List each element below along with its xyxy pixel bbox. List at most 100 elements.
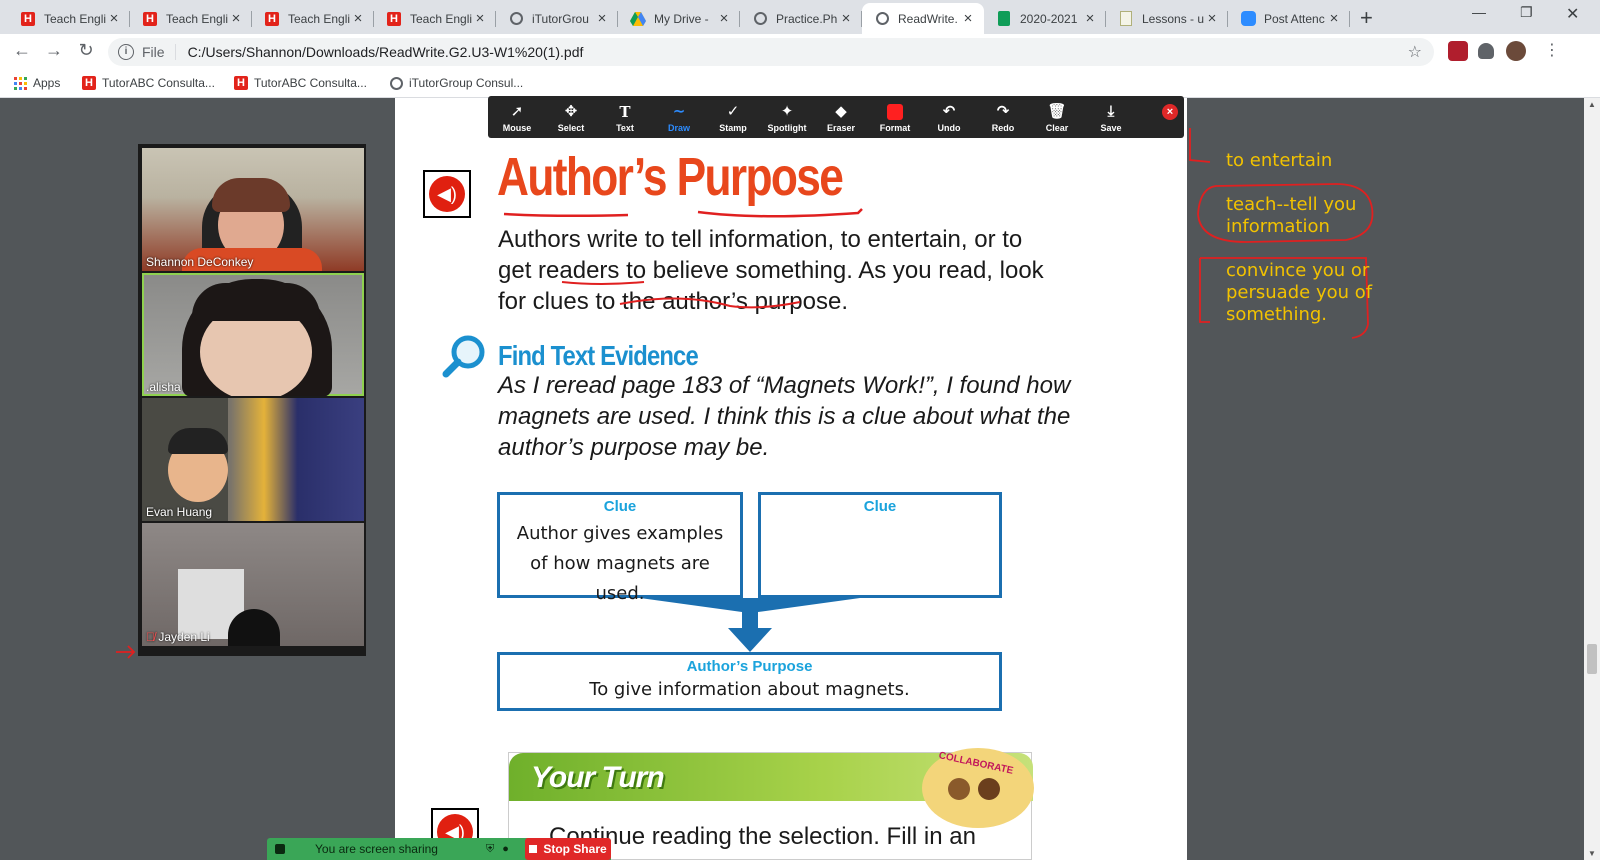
purpose-label: Author’s Purpose — [686, 658, 813, 675]
close-icon[interactable]: × — [106, 10, 122, 27]
tool-save[interactable]: ⤓ Save — [1084, 96, 1138, 138]
tab[interactable]: H Teach Engli × — [374, 3, 496, 34]
screen-share-bar: You are screen sharing ⛨ ● Stop Share — [267, 838, 611, 860]
tab[interactable]: H Teach Engli × — [252, 3, 374, 34]
magnifier-icon — [440, 332, 488, 385]
back-arrow-icon[interactable]: ← — [10, 40, 34, 61]
tool-text[interactable]: T Text — [598, 96, 652, 138]
close-icon[interactable]: × — [350, 10, 366, 27]
clue-label: Clue — [863, 498, 897, 515]
tab-title: Lessons - u — [1142, 11, 1204, 26]
tool-clear[interactable]: 🗑 Clear — [1030, 96, 1084, 138]
tab[interactable]: Lessons - u × — [1106, 3, 1228, 34]
eraser-icon: ◆ — [835, 103, 847, 120]
redo-icon: ↷ — [996, 103, 1010, 120]
close-icon[interactable]: × — [1326, 10, 1342, 27]
tab-title: Post Attenc — [1264, 11, 1325, 26]
scroll-down-icon[interactable]: ▼ — [1588, 849, 1596, 858]
sheets-icon — [996, 11, 1012, 27]
purpose-text: To give information about magnets. — [589, 679, 910, 700]
bookmark-item[interactable]: iTutorGroup Consul... — [390, 76, 523, 90]
tool-mouse[interactable]: ➚ Mouse — [490, 96, 544, 138]
close-icon[interactable]: × — [1204, 10, 1220, 27]
check-icon: ✓ — [726, 103, 740, 120]
new-tab-button[interactable]: + — [1360, 5, 1373, 31]
tab-title: ReadWrite. — [898, 11, 958, 26]
close-icon[interactable]: × — [838, 10, 854, 27]
bookmark-item[interactable]: H TutorABC Consulta... — [82, 76, 215, 90]
scroll-up-icon[interactable]: ▲ — [1588, 100, 1596, 109]
tool-draw[interactable]: ∼ Draw — [652, 96, 706, 138]
undo-icon: ↶ — [942, 103, 956, 120]
video-gallery: Shannon DeConkey .alisha Evan Huang 🎙̸ J… — [138, 144, 366, 656]
close-icon[interactable]: × — [472, 10, 488, 27]
stop-share-button[interactable]: Stop Share — [525, 838, 611, 860]
extension-ublock-icon[interactable] — [1448, 41, 1468, 61]
reload-icon[interactable]: ↻ — [74, 40, 98, 61]
hair-graphic — [228, 609, 280, 646]
clue-text: Author gives examples of how magnets are… — [516, 523, 724, 604]
globe-icon — [752, 11, 768, 27]
extensions-puzzle-icon[interactable] — [1478, 43, 1494, 59]
scrollbar-thumb[interactable] — [1587, 644, 1597, 674]
tab[interactable]: Practice.Ph × — [740, 3, 862, 34]
speaker-icon[interactable]: ◀) — [423, 170, 471, 218]
move-icon: ✥ — [564, 103, 578, 120]
tool-select[interactable]: ✥ Select — [544, 96, 598, 138]
scrollbar[interactable]: ▲ ▼ — [1584, 98, 1600, 860]
tool-undo[interactable]: ↶ Undo — [922, 96, 976, 138]
page-title: Author’s Purpose — [497, 147, 844, 207]
menu-dots-icon[interactable]: ⋮ — [1544, 40, 1560, 60]
restore-icon[interactable]: ❐ — [1520, 4, 1533, 21]
minimize-icon[interactable]: — — [1472, 4, 1486, 20]
share-handle-icon[interactable] — [275, 844, 285, 854]
url-text[interactable]: C:/Users/Shannon/Downloads/ReadWrite.G2.… — [188, 44, 584, 60]
address-bar[interactable]: i File C:/Users/Shannon/Downloads/ReadWr… — [108, 38, 1434, 66]
video-tile-active[interactable]: .alisha — [142, 273, 364, 396]
participant-name: 🎙̸ Jayden Li — [146, 630, 210, 644]
bookmark-item[interactable]: H TutorABC Consulta... — [234, 76, 367, 90]
close-icon[interactable]: × — [1082, 10, 1098, 27]
video-tile[interactable]: Evan Huang — [142, 398, 364, 521]
close-icon[interactable]: × — [228, 10, 244, 27]
tab[interactable]: H Teach Engli × — [130, 3, 252, 34]
hair-graphic — [212, 178, 290, 212]
h-icon: H — [142, 11, 158, 27]
window-close-icon[interactable]: ✕ — [1566, 4, 1579, 24]
video-tile[interactable]: 🎙̸ Jayden Li — [142, 523, 364, 646]
tab[interactable]: Post Attenc × — [1228, 3, 1350, 34]
close-icon[interactable]: × — [960, 10, 976, 27]
tab[interactable]: My Drive - × — [618, 3, 740, 34]
close-icon[interactable]: × — [716, 10, 732, 27]
close-icon[interactable]: × — [594, 10, 610, 27]
close-annotation-icon[interactable]: × — [1162, 104, 1178, 120]
format-icon — [887, 102, 903, 122]
tool-spotlight[interactable]: ✦ Spotlight — [760, 96, 814, 138]
stop-share-label: Stop Share — [543, 842, 607, 856]
tab[interactable]: 2020-2021 × — [984, 3, 1106, 34]
tab[interactable]: iTutorGrou × — [496, 3, 618, 34]
bookmark-label: iTutorGroup Consul... — [409, 76, 524, 90]
your-turn-title: Your Turn — [531, 761, 665, 794]
tool-eraser[interactable]: ◆ Eraser — [814, 96, 868, 138]
tool-redo[interactable]: ↷ Redo — [976, 96, 1030, 138]
kid-icon — [948, 778, 970, 800]
h-icon: H — [82, 76, 96, 90]
forward-arrow-icon[interactable]: → — [42, 40, 66, 61]
tool-stamp[interactable]: ✓ Stamp — [706, 96, 760, 138]
tab[interactable]: H Teach Engli × — [8, 3, 130, 34]
tool-format[interactable]: Format — [868, 96, 922, 138]
avatar[interactable] — [1506, 41, 1526, 61]
h-icon: H — [20, 11, 36, 27]
bookmark-apps[interactable]: Apps — [14, 76, 60, 90]
tab-active[interactable]: ReadWrite. × — [862, 3, 984, 34]
h-icon: H — [234, 76, 248, 90]
video-tile[interactable]: Shannon DeConkey — [142, 148, 364, 271]
clue-label: Clue — [603, 498, 637, 515]
participant-name: Evan Huang — [146, 505, 213, 519]
apps-grid-icon — [14, 76, 27, 90]
info-icon[interactable]: i — [118, 44, 134, 60]
star-icon[interactable]: ☆ — [1408, 42, 1422, 62]
security-icon: ● — [502, 843, 509, 855]
mic-muted-icon: 🎙̸ — [146, 630, 155, 644]
